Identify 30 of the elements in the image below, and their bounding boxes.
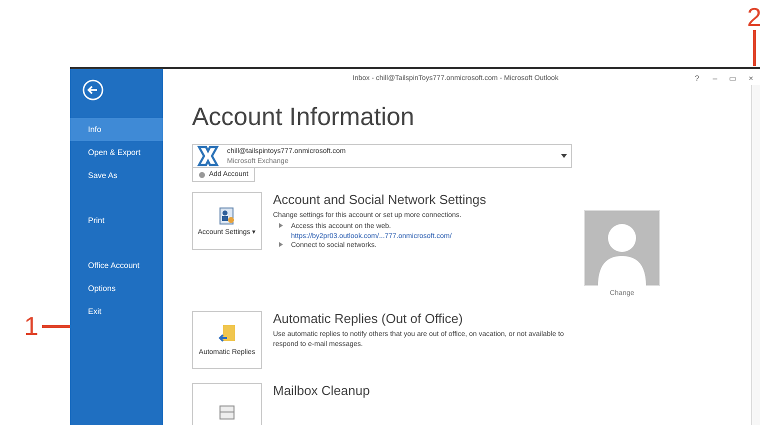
callout-line xyxy=(42,324,70,328)
bullet-icon xyxy=(279,242,283,247)
section-heading: Account and Social Network Settings xyxy=(273,192,488,207)
sidebar-item[interactable]: Options xyxy=(70,277,163,300)
section-heading: Mailbox Cleanup xyxy=(273,383,371,398)
sidebar-item[interactable]: Save As xyxy=(70,164,163,187)
back-icon[interactable] xyxy=(82,79,104,101)
window-control[interactable]: – xyxy=(706,74,724,82)
section-button[interactable] xyxy=(192,383,262,425)
section-heading: Automatic Replies (Out of Office) xyxy=(273,311,464,326)
mailbox-icon xyxy=(218,404,236,420)
callout-number: 2 xyxy=(747,4,760,30)
bullet-icon xyxy=(279,222,283,228)
sidebar-item[interactable]: Exit xyxy=(70,300,163,323)
person-silhouette-icon xyxy=(584,210,660,286)
callout-line xyxy=(752,30,756,66)
callout-number: 1 xyxy=(24,313,38,339)
window-control[interactable]: ▭ xyxy=(724,74,742,82)
add-dot-icon xyxy=(199,172,205,178)
sidebar-item[interactable]: Open & Export xyxy=(70,141,163,164)
exchange-icon xyxy=(197,145,219,167)
user-settings-icon xyxy=(219,206,235,224)
scrollbar[interactable] xyxy=(751,85,760,425)
sidebar-item[interactable]: Info xyxy=(70,118,163,141)
dropdown-caret-icon xyxy=(561,154,567,158)
sidebar-item[interactable]: Office Account xyxy=(70,254,163,277)
window-control[interactable]: × xyxy=(742,74,760,82)
window-control[interactable]: ? xyxy=(688,74,706,82)
sidebar-item[interactable]: Print xyxy=(70,209,163,232)
page-title: Account Information xyxy=(192,103,416,132)
